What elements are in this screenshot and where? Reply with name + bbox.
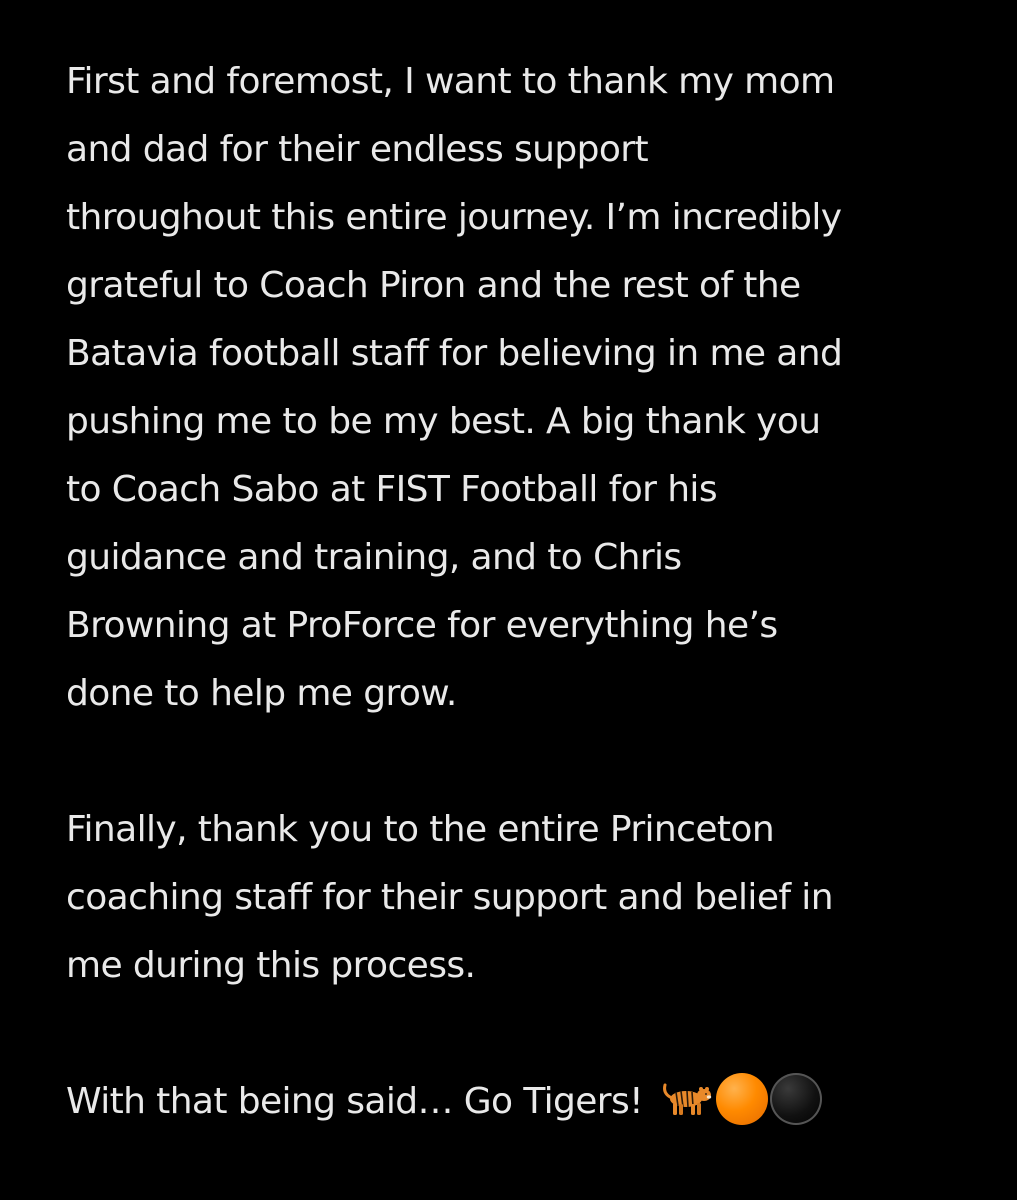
text-line: grateful to Coach Piron and the rest of … <box>66 265 801 306</box>
text-line: First and foremost, I want to thank my m… <box>66 61 835 102</box>
text-line: me during this process. <box>66 945 476 986</box>
text-line: to Coach Sabo at FIST Football for his <box>66 469 718 510</box>
text-line: and dad for their endless support <box>66 129 649 170</box>
text-line: Finally, thank you to the entire Princet… <box>66 809 775 850</box>
text-line: Browning at ProForce for everything he’s <box>66 605 778 646</box>
note-page: First and foremost, I want to thank my m… <box>0 0 1017 1200</box>
text-line: done to help me grow. <box>66 673 457 714</box>
text-line: throughout this entire journey. I’m incr… <box>66 197 842 238</box>
paragraph-thanks-family-coaches: First and foremost, I want to thank my m… <box>66 48 957 728</box>
orange-circle-icon <box>715 1073 768 1125</box>
emoji-group <box>660 1073 822 1125</box>
closing-text: With that being said… Go Tigers! <box>66 1081 644 1122</box>
text-line: coaching staff for their support and bel… <box>66 877 834 918</box>
paragraph-thanks-princeton: Finally, thank you to the entire Princet… <box>66 796 957 1000</box>
text-line: Batavia football staff for believing in … <box>66 333 843 374</box>
closing-line: With that being said… Go Tigers! <box>66 1068 957 1136</box>
tiger-icon <box>662 1083 712 1115</box>
black-circle-icon <box>769 1073 822 1125</box>
paragraph-go-tigers: With that being said… Go Tigers! <box>66 1068 957 1136</box>
text-line: guidance and training, and to Chris <box>66 537 682 578</box>
text-line: pushing me to be my best. A big thank yo… <box>66 401 821 442</box>
